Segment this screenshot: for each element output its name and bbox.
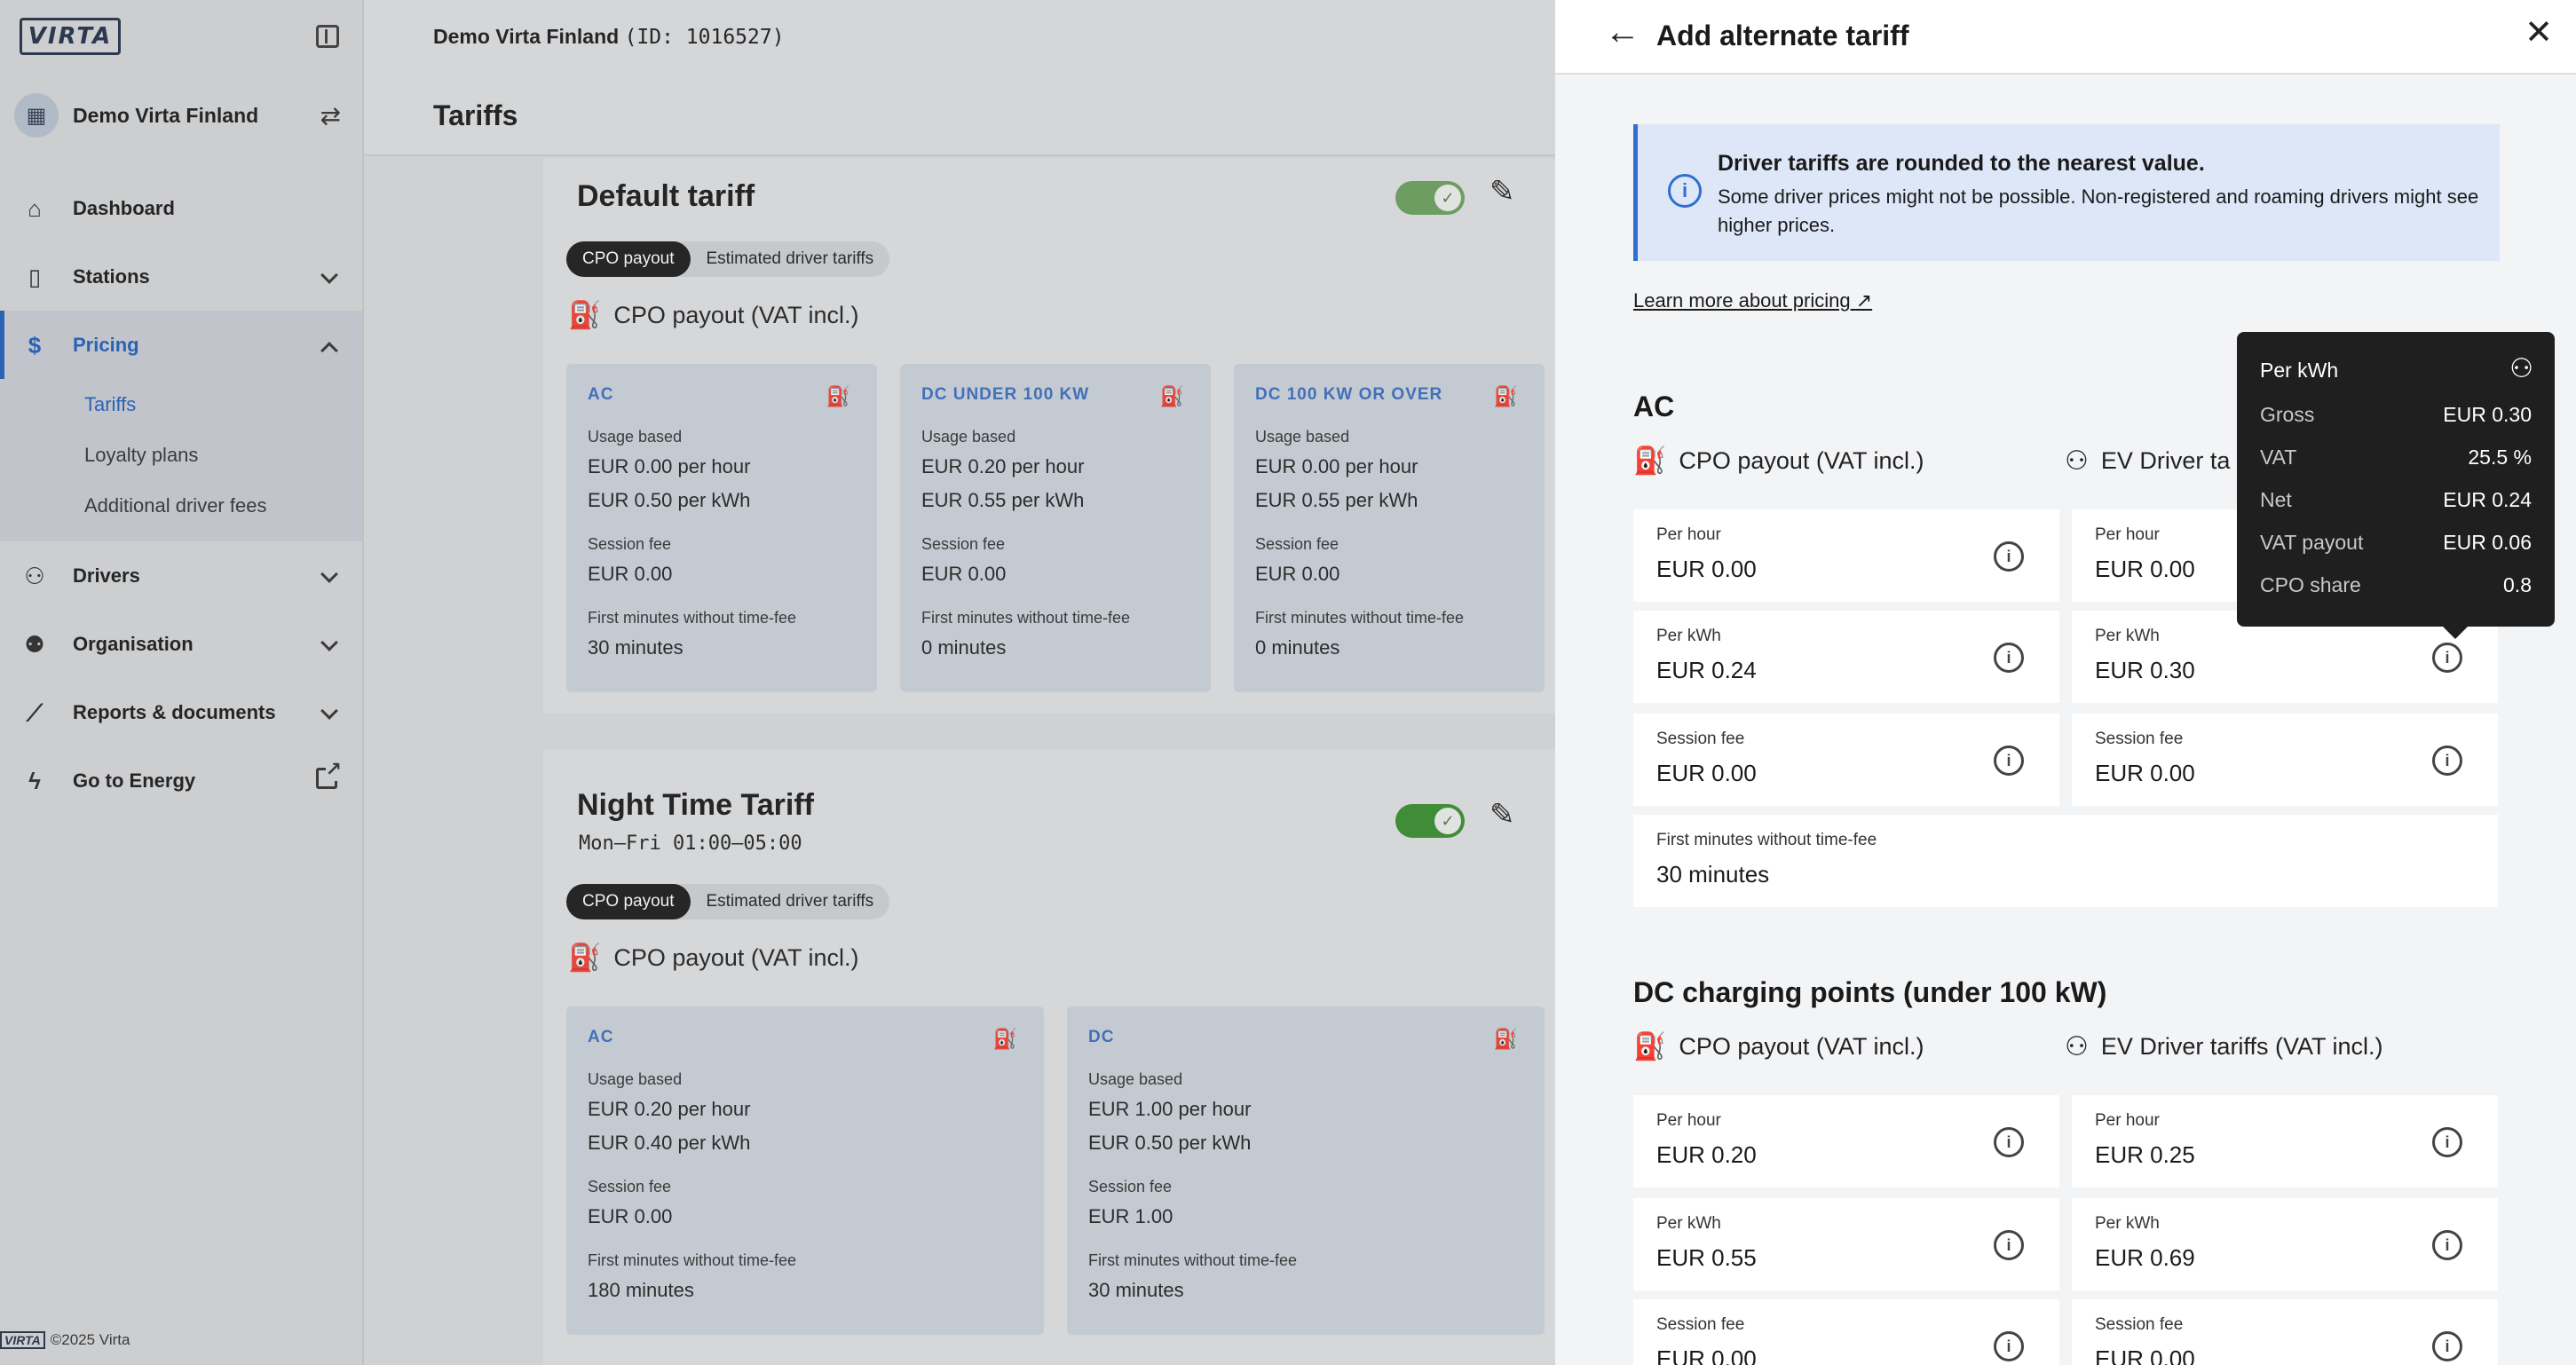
ac-driver-session-fee-field[interactable]: Session fee EUR 0.00 i — [2072, 714, 2498, 806]
driver-icon: ⚇ — [2065, 446, 2089, 476]
ac-cpo-per-hour-field[interactable]: Per hour EUR 0.00 i — [1633, 509, 2059, 602]
external-link-icon: ↗ — [1855, 289, 1873, 312]
cpo-payout-heading: ⛽ CPO payout (VAT incl.) — [1633, 446, 1924, 476]
driver-icon: ⚇ — [2509, 354, 2533, 383]
dc-driver-per-hour-field[interactable]: Per hour EUR 0.25 i — [2072, 1095, 2498, 1187]
tooltip-row-gross: Gross EUR 0.30 — [2260, 403, 2532, 426]
info-icon[interactable]: i — [1994, 1230, 2024, 1260]
tooltip-row-vat-payout: VAT payout EUR 0.06 — [2260, 531, 2532, 554]
ac-cpo-session-fee-field[interactable]: Session fee EUR 0.00 i — [1633, 714, 2059, 806]
cpo-payout-heading: ⛽ CPO payout (VAT incl.) — [1633, 1032, 1924, 1061]
dc-driver-per-kwh-field[interactable]: Per kWh EUR 0.69 i — [2072, 1198, 2498, 1290]
tooltip-row-cpo-share: CPO share 0.8 — [2260, 573, 2532, 596]
info-icon[interactable]: i — [2432, 1230, 2462, 1260]
info-title: Driver tariffs are rounded to the neares… — [1718, 151, 2205, 176]
tooltip-title: Per kWh — [2260, 359, 2339, 382]
close-icon[interactable]: ✕ — [2525, 12, 2553, 52]
info-icon: i — [1668, 174, 1702, 208]
dc-cpo-per-kwh-field[interactable]: Per kWh EUR 0.55 i — [1633, 1198, 2059, 1290]
driver-tariffs-heading: ⚇ EV Driver tariffs (VAT incl.) — [2065, 1032, 2383, 1061]
payout-icon: ⛽ — [1633, 1032, 1667, 1061]
info-banner: i Driver tariffs are rounded to the near… — [1633, 124, 2500, 261]
panel-title: Add alternate tariff — [1656, 20, 1909, 51]
info-icon[interactable]: i — [2432, 643, 2462, 673]
ac-section-title: AC — [1633, 391, 1675, 422]
info-icon[interactable]: i — [2432, 1127, 2462, 1157]
driver-icon: ⚇ — [2065, 1032, 2089, 1061]
back-arrow-icon[interactable]: ← — [1605, 12, 1640, 52]
dc-cpo-per-hour-field[interactable]: Per hour EUR 0.20 i — [1633, 1095, 2059, 1187]
driver-tariffs-heading: ⚇ EV Driver ta — [2065, 446, 2231, 476]
tooltip-row-vat: VAT 25.5 % — [2260, 446, 2532, 469]
ac-cpo-per-kwh-field[interactable]: Per kWh EUR 0.24 i — [1633, 611, 2059, 703]
add-alternate-tariff-panel: ← Add alternate tariff ✕ i Driver tariff… — [1555, 0, 2576, 1365]
info-text: Some driver prices might not be possible… — [1718, 185, 2479, 236]
info-icon[interactable]: i — [2432, 746, 2462, 776]
dc-driver-session-fee-field[interactable]: Session fee EUR 0.00 i — [2072, 1299, 2498, 1365]
tooltip-row-net: Net EUR 0.24 — [2260, 488, 2532, 511]
info-icon[interactable]: i — [1994, 1127, 2024, 1157]
info-icon[interactable]: i — [1994, 643, 2024, 673]
payout-icon: ⛽ — [1633, 446, 1667, 476]
info-icon[interactable]: i — [1994, 1331, 2024, 1361]
info-icon[interactable]: i — [2432, 1331, 2462, 1361]
modal-backdrop[interactable] — [0, 0, 1555, 1365]
per-kwh-tooltip: Per kWh ⚇ Gross EUR 0.30 VAT 25.5 % Net EUR… — [2237, 332, 2555, 639]
learn-more-link[interactable]: Learn more about pricing ↗ — [1633, 289, 1872, 312]
dc-cpo-session-fee-field[interactable]: Session fee EUR 0.00 i — [1633, 1299, 2059, 1365]
ac-first-minutes-field[interactable]: First minutes without time-fee 30 minute… — [1633, 815, 2498, 907]
info-icon[interactable]: i — [1994, 541, 2024, 572]
dc-section-title: DC charging points (under 100 kW) — [1633, 976, 2107, 1008]
panel-header: ← Add alternate tariff ✕ — [1555, 0, 2576, 75]
info-icon[interactable]: i — [1994, 746, 2024, 776]
